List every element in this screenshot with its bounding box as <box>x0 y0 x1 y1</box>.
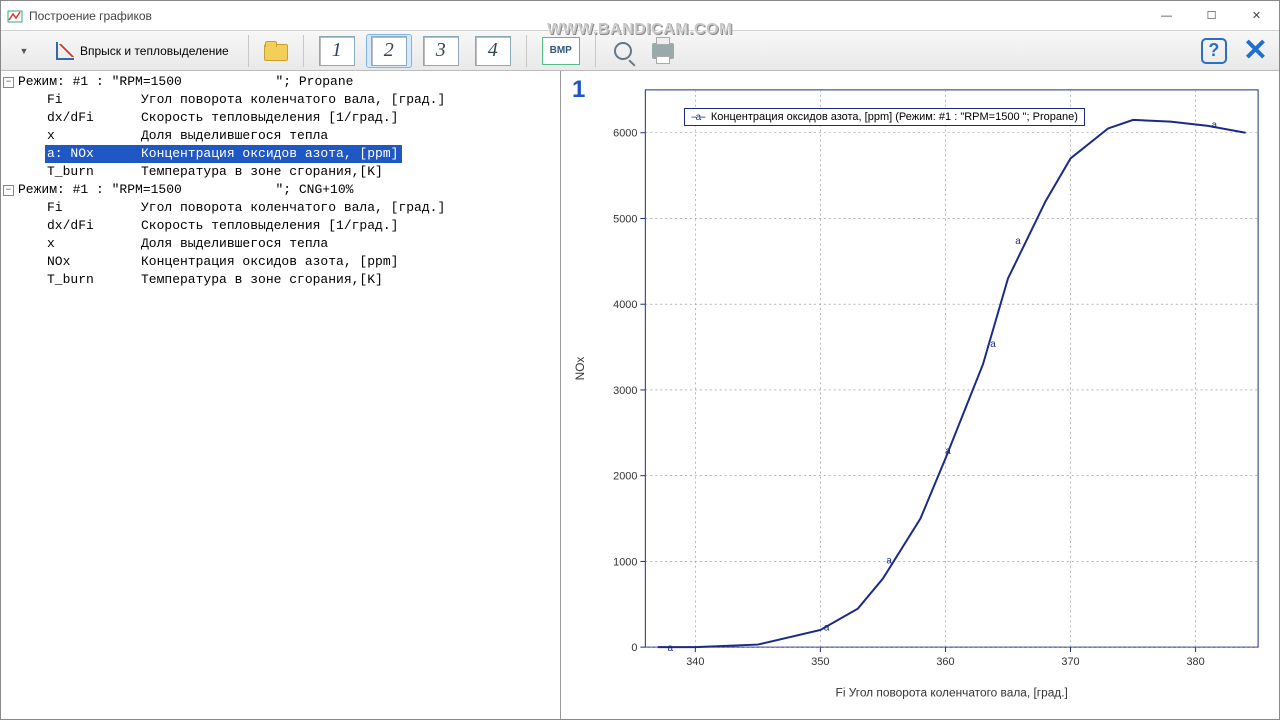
svg-text:4000: 4000 <box>613 299 637 311</box>
toolbar: ▼ Впрыск и тепловыделение 1 2 3 4 BMP ? … <box>1 31 1279 71</box>
chart-legend: --a--Концентрация оксидов азота, [ppm] (… <box>684 108 1085 126</box>
panel-3-button[interactable]: 3 <box>418 34 464 68</box>
tree-group-header[interactable]: −Режим: #1 : "RPM=1500 "; Propane <box>1 73 560 91</box>
svg-text:6000: 6000 <box>613 128 637 140</box>
close-icon: ✕ <box>1243 33 1268 68</box>
svg-text:a: a <box>990 339 996 350</box>
title-bar: Построение графиков — ☐ ✕ <box>1 1 1279 31</box>
chart-icon <box>56 42 74 60</box>
help-icon: ? <box>1201 38 1227 64</box>
tree-item[interactable]: T_burnТемпература в зоне сгорания,[K] <box>1 271 560 289</box>
svg-text:a: a <box>1212 120 1218 131</box>
tree-item[interactable]: NOxКонцентрация оксидов азота, [ppm] <box>1 253 560 271</box>
tree-item[interactable]: dx/dFiСкорость тепловыделения [1/град.] <box>1 109 560 127</box>
mode-selector[interactable]: Впрыск и тепловыделение <box>47 34 238 68</box>
collapse-icon[interactable]: − <box>3 185 14 196</box>
app-icon <box>7 8 23 24</box>
svg-text:5000: 5000 <box>613 213 637 225</box>
magnifier-icon <box>614 42 632 60</box>
svg-text:a: a <box>824 623 830 634</box>
print-button[interactable] <box>646 34 680 68</box>
collapse-icon[interactable]: − <box>3 77 14 88</box>
tree-item[interactable]: FiУгол поворота коленчатого вала, [град.… <box>1 199 560 217</box>
svg-text:350: 350 <box>811 656 829 668</box>
svg-text:a: a <box>1015 236 1021 247</box>
folder-icon <box>264 41 288 61</box>
svg-text:a: a <box>945 446 951 457</box>
open-button[interactable] <box>259 34 293 68</box>
tree-item[interactable]: T_burnТемпература в зоне сгорания,[K] <box>1 163 560 181</box>
svg-text:360: 360 <box>936 656 954 668</box>
tree-item[interactable]: dx/dFiСкорость тепловыделения [1/град.] <box>1 217 560 235</box>
tree-item[interactable]: FiУгол поворота коленчатого вала, [град.… <box>1 91 560 109</box>
panel-4-button[interactable]: 4 <box>470 34 516 68</box>
zoom-button[interactable] <box>606 34 640 68</box>
svg-text:1000: 1000 <box>613 556 637 568</box>
tree-item[interactable]: xДоля выделившегося тепла <box>1 127 560 145</box>
close-button[interactable]: ✕ <box>1234 1 1279 31</box>
export-bmp-button[interactable]: BMP <box>537 34 585 68</box>
tree-group-header[interactable]: −Режим: #1 : "RPM=1500 "; CNG+10% <box>1 181 560 199</box>
svg-text:0: 0 <box>631 642 637 654</box>
maximize-button[interactable]: ☐ <box>1189 1 1234 31</box>
toolbar-menu-dropdown[interactable]: ▼ <box>7 34 41 68</box>
mode-label: Впрыск и тепловыделение <box>80 44 229 58</box>
help-button[interactable]: ? <box>1196 34 1232 68</box>
svg-text:Fi Угол поворота коленч: Fi Угол поворота коленчатого вала, [град… <box>836 686 1068 700</box>
variable-tree[interactable]: −Режим: #1 : "RPM=1500 "; PropaneFiУгол … <box>1 71 561 719</box>
svg-text:2000: 2000 <box>613 471 637 483</box>
chart-svg[interactable]: 340 350 360 370 380 0 1000 2000 3000 4000 5000 6000… <box>566 76 1272 711</box>
svg-text:380: 380 <box>1186 656 1204 668</box>
svg-text:a: a <box>668 643 674 654</box>
svg-text:340: 340 <box>686 656 704 668</box>
minimize-button[interactable]: — <box>1144 1 1189 31</box>
svg-text:370: 370 <box>1061 656 1079 668</box>
svg-text:a: a <box>886 556 892 567</box>
svg-text:3000: 3000 <box>613 385 637 397</box>
svg-text:NOx: NOx <box>573 357 587 381</box>
window-title: Построение графиков <box>29 9 152 23</box>
close-panel-button[interactable]: ✕ <box>1238 34 1273 68</box>
main-split: −Режим: #1 : "RPM=1500 "; PropaneFiУгол … <box>1 71 1279 719</box>
tree-item[interactable]: a: NOxКонцентрация оксидов азота, [ppm] <box>1 145 560 163</box>
panel-2-button[interactable]: 2 <box>366 34 412 68</box>
panel-1-button[interactable]: 1 <box>314 34 360 68</box>
chart-panel: 1 34035036037038001000200030004000500060… <box>561 71 1279 719</box>
tree-item[interactable]: xДоля выделившегося тепла <box>1 235 560 253</box>
printer-icon <box>652 43 674 59</box>
